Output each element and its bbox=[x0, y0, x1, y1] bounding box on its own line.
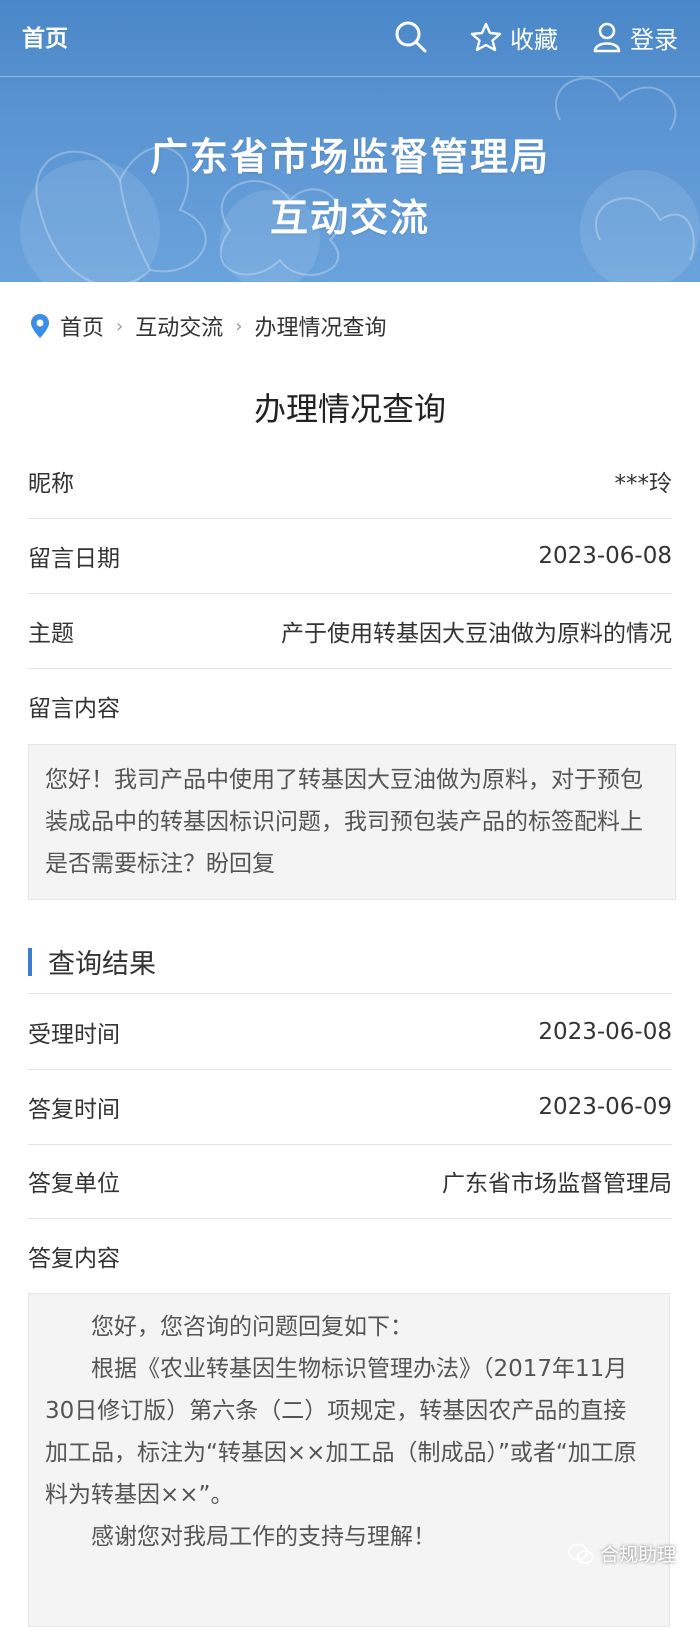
chevron-right-icon: › bbox=[235, 315, 243, 337]
reply-greeting: 您好，您咨询的问题回复如下： bbox=[91, 1314, 413, 1340]
login-button[interactable]: 登录 bbox=[592, 20, 678, 55]
subject-label: 主题 bbox=[28, 621, 74, 647]
login-label: 登录 bbox=[630, 25, 678, 54]
header-banner: 首页 收藏 登录 广东省市场监督管理局 互动交流 bbox=[0, 0, 700, 282]
reply-unit-row: 答复单位 广东省市场监督管理局 bbox=[28, 1144, 672, 1219]
reply-unit-label: 答复单位 bbox=[28, 1171, 120, 1197]
star-icon bbox=[470, 22, 502, 52]
reply-closing: 感谢您对我局工作的支持与理解！ bbox=[91, 1524, 436, 1550]
reply-time-row: 答复时间 2023-06-09 bbox=[28, 1070, 672, 1145]
location-pin-icon bbox=[31, 314, 49, 338]
wechat-icon bbox=[568, 1543, 594, 1564]
reply-content-row: 答复内容 bbox=[28, 1219, 672, 1293]
favorite-label: 收藏 bbox=[510, 25, 558, 54]
banner-title: 广东省市场监督管理局 bbox=[149, 135, 550, 179]
breadcrumb-interaction[interactable]: 互动交流 bbox=[135, 310, 223, 342]
reply-content-box: 您好，您咨询的问题回复如下： 根据《农业转基因生物标识管理办法》（2017年11… bbox=[28, 1293, 670, 1627]
user-icon bbox=[593, 22, 621, 53]
reply-time-value: 2023-06-09 bbox=[538, 1094, 672, 1120]
reply-unit-value: 广东省市场监督管理局 bbox=[442, 1171, 672, 1197]
breadcrumb-current: 办理情况查询 bbox=[254, 316, 387, 341]
breadcrumb: 首页 › 互动交流 › 办理情况查询 bbox=[30, 308, 386, 344]
result-section-label: 查询结果 bbox=[48, 949, 156, 980]
nickname-value: ***玲 bbox=[614, 471, 673, 497]
watermark-label: 合规助理 bbox=[599, 1544, 676, 1566]
nickname-row: 昵称 ***玲 bbox=[28, 444, 672, 519]
result-section-title: 查询结果 bbox=[28, 930, 672, 994]
message-date-value: 2023-06-08 bbox=[538, 543, 672, 569]
message-date-row: 留言日期 2023-06-08 bbox=[28, 519, 672, 594]
reply-content-label: 答复内容 bbox=[28, 1246, 120, 1272]
reply-body: 根据《农业转基因生物标识管理办法》（2017年11月30日修订版）第六条（二）项… bbox=[45, 1356, 637, 1508]
section-accent-bar bbox=[28, 947, 32, 976]
message-content-box: 您好！我司产品中使用了转基因大豆油做为原料，对于预包装成品中的转基因标识问题，我… bbox=[28, 744, 676, 900]
top-actions: 收藏 登录 bbox=[360, 14, 678, 60]
page-title: 办理情况查询 bbox=[253, 390, 446, 428]
subject-value: 产于使用转基因大豆油做为原料的情况 bbox=[281, 621, 672, 647]
subject-row: 主题 产于使用转基因大豆油做为原料的情况 bbox=[28, 594, 672, 669]
watermark: 合规助理 bbox=[568, 1540, 676, 1567]
message-content-label: 留言内容 bbox=[28, 696, 120, 722]
accept-time-label: 受理时间 bbox=[28, 1022, 120, 1048]
search-icon bbox=[395, 21, 427, 53]
chevron-right-icon: › bbox=[116, 315, 124, 337]
message-date-label: 留言日期 bbox=[28, 546, 120, 572]
home-link[interactable]: 首页 bbox=[22, 19, 68, 53]
banner-subtitle: 互动交流 bbox=[269, 196, 430, 240]
breadcrumb-home[interactable]: 首页 bbox=[60, 310, 104, 342]
top-navigation: 首页 收藏 登录 bbox=[0, 0, 700, 77]
accept-time-row: 受理时间 2023-06-08 bbox=[28, 995, 672, 1070]
accept-time-value: 2023-06-08 bbox=[538, 1019, 672, 1045]
nickname-label: 昵称 bbox=[28, 471, 74, 497]
reply-time-label: 答复时间 bbox=[28, 1097, 120, 1123]
favorite-button[interactable]: 收藏 bbox=[470, 20, 558, 55]
message-content-row: 留言内容 bbox=[28, 669, 672, 743]
search-button[interactable] bbox=[394, 20, 436, 54]
